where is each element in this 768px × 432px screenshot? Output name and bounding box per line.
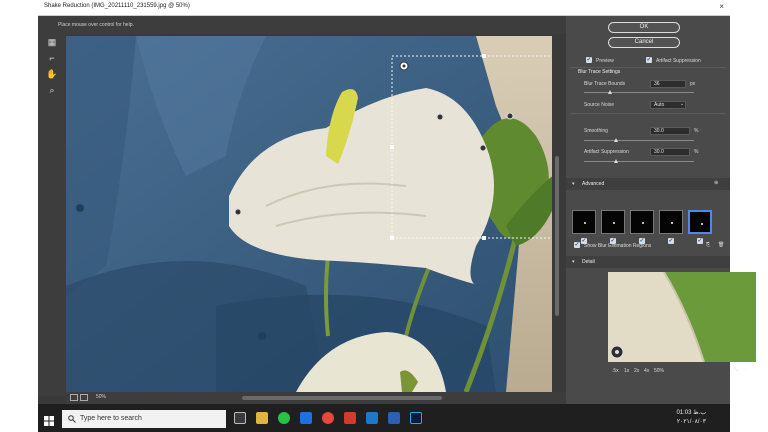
zoom-level[interactable]: 50% bbox=[96, 394, 106, 400]
vertical-scrollbar[interactable] bbox=[552, 36, 562, 392]
artifact-suppression-slider-label: Artifact Suppression bbox=[584, 149, 629, 155]
add-blur-trace-icon[interactable]: ⊕ bbox=[714, 180, 718, 186]
edge-icon[interactable] bbox=[366, 412, 378, 424]
blur-trace-checkbox[interactable]: ✓ bbox=[697, 238, 703, 244]
zoom-tool-icon[interactable]: ⌕ bbox=[46, 84, 58, 96]
status-bar: 50% bbox=[66, 392, 566, 404]
blur-trace-bounds-input[interactable]: 36 bbox=[650, 80, 686, 88]
advanced-label: Advanced bbox=[582, 181, 605, 187]
preview-image bbox=[66, 36, 552, 392]
preview-label: Preview bbox=[596, 58, 614, 64]
detail-zoom-0[interactable]: .5x bbox=[612, 368, 619, 374]
preview-checkbox[interactable]: ✓ bbox=[586, 57, 592, 63]
chevron-down-icon[interactable]: ▾ bbox=[572, 181, 575, 187]
word-icon[interactable] bbox=[388, 412, 400, 424]
load-icon[interactable]: ⎘ bbox=[706, 242, 710, 248]
show-blur-regions-checkbox[interactable]: ✓ bbox=[574, 242, 580, 248]
clock-date: ۲۰۲۱/۰۸/۰۳ bbox=[676, 419, 706, 425]
source-noise-label: Source Noise bbox=[584, 102, 615, 108]
task-view-icon[interactable] bbox=[234, 412, 246, 424]
blur-trace-bounds-slider[interactable] bbox=[584, 90, 694, 94]
detail-zoom-1[interactable]: 1x bbox=[624, 368, 629, 374]
blur-trace-thumbnail-selected[interactable] bbox=[688, 210, 712, 234]
horizontal-scroll-thumb[interactable] bbox=[242, 396, 442, 400]
hint-bar: Place mouse over control for help. bbox=[38, 16, 566, 34]
system-clock[interactable]: 01:03 ب.ظ ۲۰۲۱/۰۸/۰۳ bbox=[676, 409, 706, 427]
smoothing-input[interactable]: 30.0 bbox=[650, 127, 690, 135]
blur-trace-checkbox[interactable]: ✓ bbox=[668, 238, 674, 244]
detail-loupe[interactable] bbox=[608, 272, 756, 362]
trash-icon[interactable]: 🗑 bbox=[718, 242, 724, 248]
chevron-down-icon[interactable]: ⌄ bbox=[680, 101, 684, 107]
detail-zoom-4[interactable]: 50% bbox=[654, 368, 664, 374]
artifact-suppression-unit: % bbox=[694, 149, 699, 155]
search-icon bbox=[68, 415, 76, 423]
hand-tool-icon[interactable]: ✋ bbox=[46, 68, 58, 80]
detail-label: Detail bbox=[582, 259, 595, 265]
ok-button[interactable]: OK bbox=[608, 22, 680, 33]
blur-trace-thumbnail[interactable] bbox=[601, 210, 625, 234]
blur-trace-settings-heading: Blur Trace Settings bbox=[578, 69, 621, 75]
chrome-icon[interactable] bbox=[322, 412, 334, 424]
windows-start-icon[interactable] bbox=[44, 413, 54, 426]
blur-trace-bounds-knob[interactable] bbox=[608, 90, 612, 94]
search-placeholder: Type here to search bbox=[80, 415, 142, 422]
powerpoint-icon[interactable] bbox=[344, 412, 356, 424]
file-explorer-icon[interactable] bbox=[256, 412, 268, 424]
blur-trace-thumbnail[interactable] bbox=[572, 210, 596, 234]
photoshop-icon[interactable] bbox=[410, 412, 422, 424]
clock-time: 01:03 ب.ظ bbox=[676, 410, 706, 416]
artifact-suppression-checkbox[interactable]: ✓ bbox=[646, 57, 652, 63]
smoothing-label: Smoothing bbox=[584, 128, 608, 134]
vertical-scroll-thumb[interactable] bbox=[555, 156, 559, 316]
artifact-suppression-input[interactable]: 30.0 bbox=[650, 148, 690, 156]
cancel-button[interactable]: Cancel bbox=[608, 37, 680, 48]
blur-estimation-tool-icon[interactable]: ▦ bbox=[46, 36, 58, 48]
zoom-in-icon[interactable] bbox=[80, 394, 88, 401]
blur-direction-tool-icon[interactable]: ⌐ bbox=[46, 52, 58, 64]
detail-image bbox=[608, 272, 756, 362]
artifact-suppression-label: Artifact Suppression bbox=[656, 58, 701, 64]
tool-strip: ▦ ⌐ ✋ ⌕ bbox=[38, 34, 66, 396]
detail-section-header[interactable]: ▾ Detail bbox=[566, 256, 730, 268]
detail-zoom-2[interactable]: 2x bbox=[634, 368, 639, 374]
artifact-suppression-slider[interactable] bbox=[584, 159, 694, 163]
windows-taskbar: Type here to search 01:03 ب.ظ ۲۰۲۱/۰۸/۰۳ bbox=[38, 404, 730, 432]
pin-icon[interactable]: ◦ bbox=[744, 367, 746, 373]
smoothing-unit: % bbox=[694, 128, 699, 134]
blur-trace-bounds-unit: px bbox=[690, 81, 696, 87]
blur-trace-bounds-label: Blur Trace Bounds bbox=[584, 81, 626, 87]
divider bbox=[570, 67, 726, 68]
preview-canvas[interactable] bbox=[66, 36, 552, 392]
detail-zoom-3[interactable]: 4x bbox=[644, 368, 649, 374]
smoothing-knob[interactable] bbox=[614, 138, 618, 142]
smoothing-slider[interactable] bbox=[584, 138, 694, 142]
title-bar: Shake Reduction (IMG_20211110_231559.jpg… bbox=[38, 0, 730, 16]
show-blur-regions-label: Show Blur Estimation Regions bbox=[584, 243, 652, 249]
divider bbox=[570, 113, 726, 114]
close-button[interactable]: × bbox=[719, 2, 724, 11]
dropbox-icon[interactable] bbox=[300, 412, 312, 424]
zoom-out-icon[interactable] bbox=[70, 394, 78, 401]
window-title: Shake Reduction (IMG_20211110_231559.jpg… bbox=[44, 3, 190, 9]
advanced-section-header[interactable]: ▾ Advanced ⊕ bbox=[566, 178, 730, 190]
taskbar-search-box[interactable]: Type here to search bbox=[62, 410, 226, 428]
hint-text: Place mouse over control for help. bbox=[58, 22, 134, 28]
whatsapp-icon[interactable] bbox=[278, 412, 290, 424]
photoshop-dialog: Shake Reduction (IMG_20211110_231559.jpg… bbox=[38, 0, 756, 432]
enhance-icon[interactable]: ⤡ bbox=[734, 367, 738, 373]
blur-trace-thumbnail[interactable] bbox=[630, 210, 654, 234]
artifact-suppression-knob[interactable] bbox=[614, 159, 618, 163]
chevron-down-icon[interactable]: ▾ bbox=[572, 259, 575, 265]
blur-trace-thumbnail[interactable] bbox=[659, 210, 683, 234]
